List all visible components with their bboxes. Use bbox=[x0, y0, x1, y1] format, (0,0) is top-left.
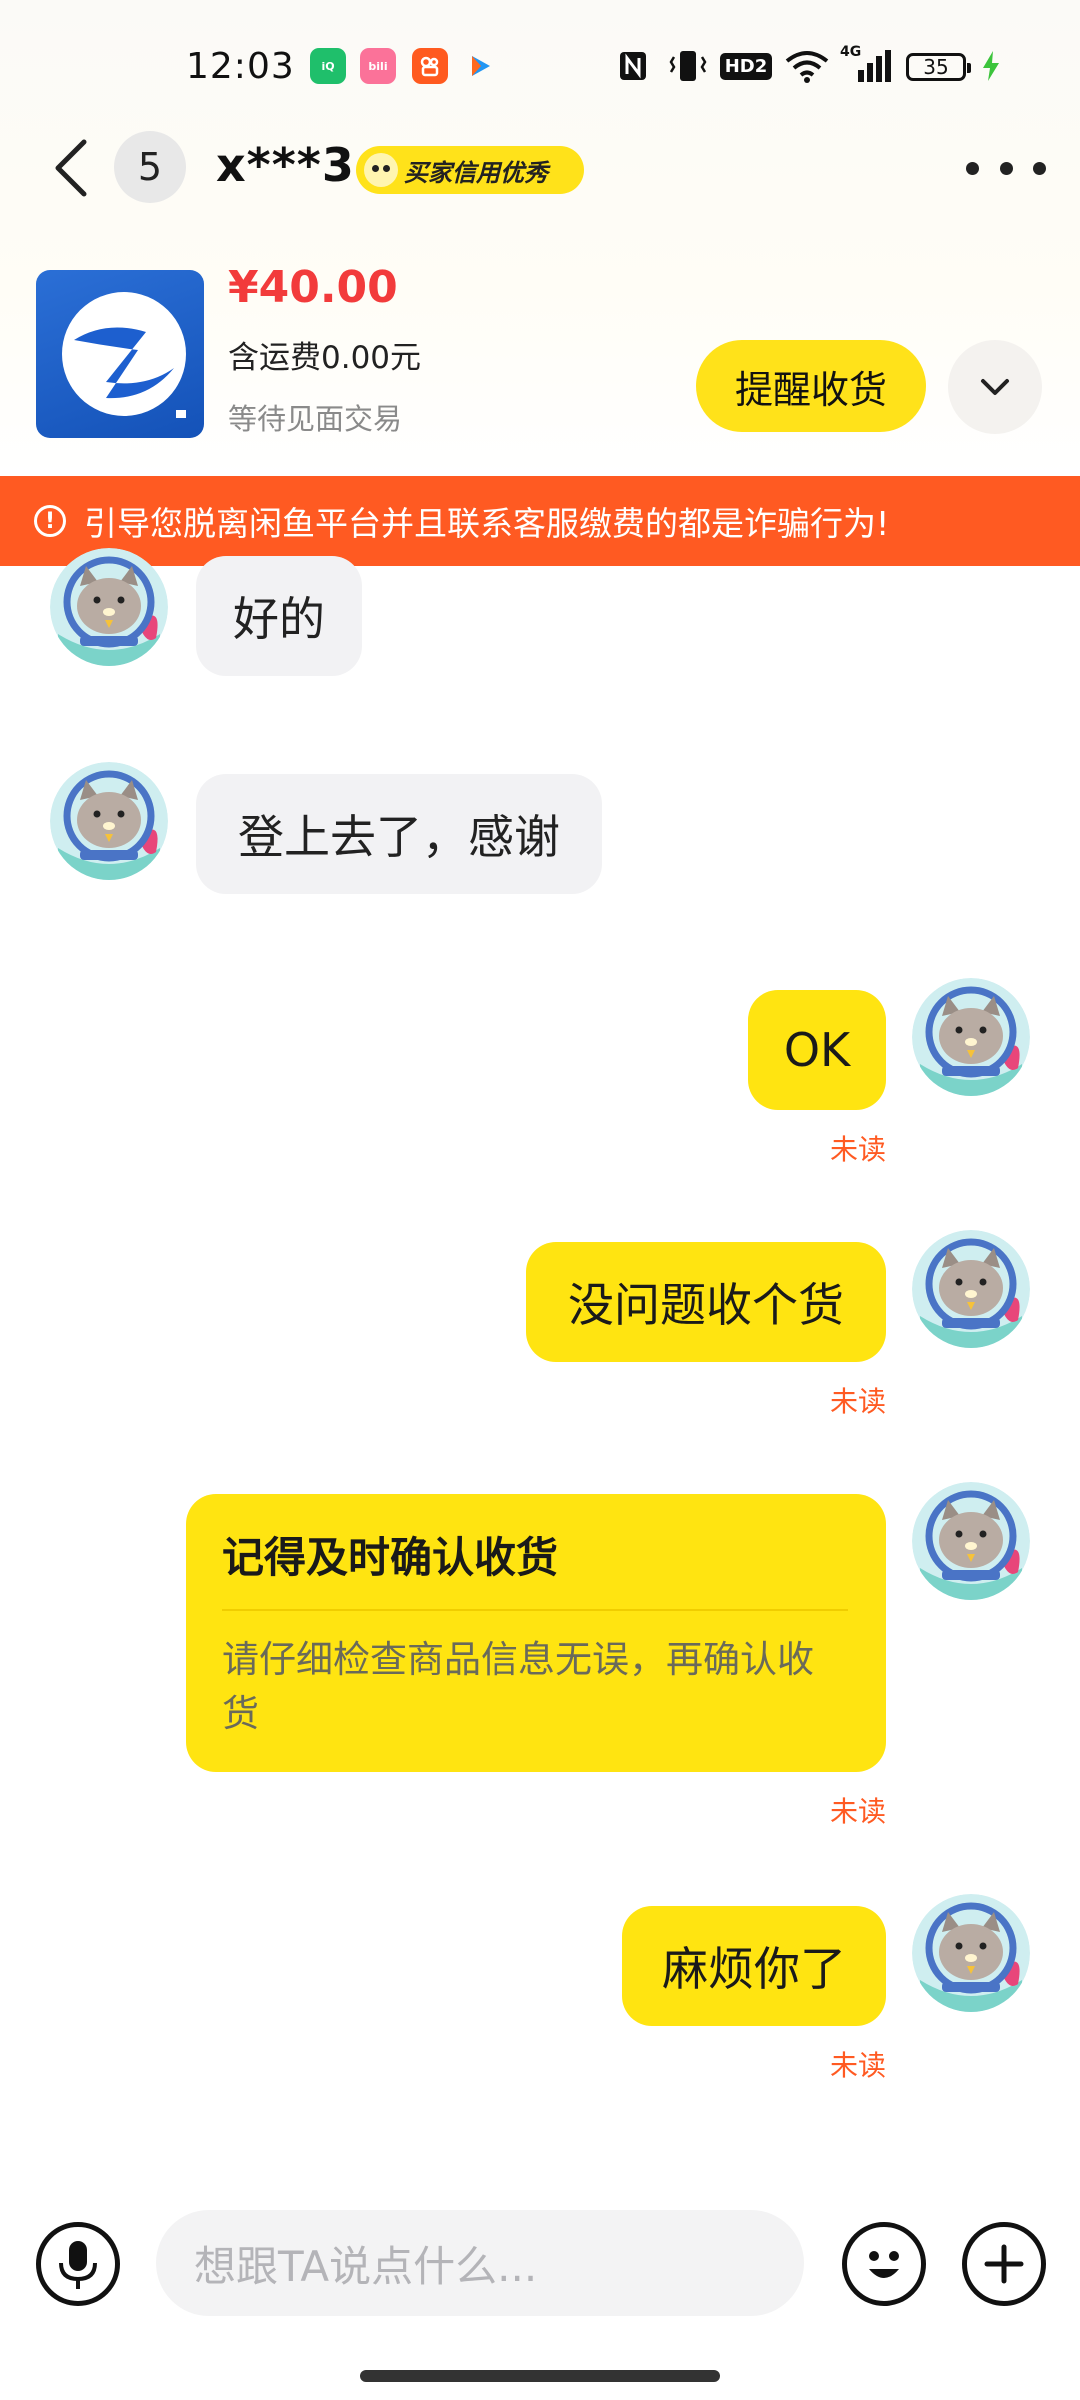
bilibili-icon: bili bbox=[360, 48, 396, 84]
alert-icon: ! bbox=[34, 505, 66, 537]
vibrate-icon bbox=[668, 46, 708, 86]
incoming-message-bubble[interactable]: 登上去了，感谢 bbox=[196, 774, 602, 894]
unread-status: 未读 bbox=[829, 1795, 886, 1828]
message-input-placeholder: 想跟TA说点什么... bbox=[194, 2241, 538, 2291]
battery-icon: 35 bbox=[906, 53, 971, 81]
dot-icon bbox=[999, 161, 1013, 175]
hd-icon: HD2 bbox=[719, 46, 773, 86]
fish-mascot-icon bbox=[364, 153, 398, 187]
product-image[interactable] bbox=[36, 270, 204, 438]
back-button[interactable] bbox=[50, 136, 94, 200]
youku-icon bbox=[462, 48, 498, 84]
confirm-receipt-card[interactable]: 记得及时确认收货 请仔细检查商品信息无误，再确认收货 bbox=[186, 1494, 886, 1772]
dot-icon bbox=[966, 161, 979, 175]
app-logo-icon bbox=[62, 292, 186, 418]
wifi-icon bbox=[784, 46, 830, 86]
more-actions-button[interactable] bbox=[962, 2222, 1046, 2306]
my-avatar[interactable] bbox=[912, 1230, 1030, 1348]
plus-icon bbox=[984, 2244, 1024, 2284]
unread-status: 未读 bbox=[829, 1385, 886, 1418]
emoji-button[interactable] bbox=[842, 2222, 926, 2306]
card-body: 请仔细检查商品信息无误，再确认收货 bbox=[222, 1638, 814, 1735]
cellular-signal-icon: 4G bbox=[840, 44, 892, 86]
smiley-icon bbox=[869, 2251, 899, 2278]
unread-count-badge[interactable]: 5 bbox=[114, 131, 186, 203]
card-title: 记得及时确认收货 bbox=[222, 1524, 848, 1611]
remind-receipt-button[interactable]: 提醒收货 bbox=[696, 340, 926, 432]
message-input[interactable]: 想跟TA说点什么... bbox=[156, 2210, 804, 2316]
warning-text: 引导您脱离闲鱼平台并且联系客服缴费的都是诈骗行为! bbox=[84, 504, 890, 543]
chevron-down-icon bbox=[981, 379, 1009, 395]
my-avatar[interactable] bbox=[912, 978, 1030, 1096]
more-options-button[interactable] bbox=[966, 150, 1046, 186]
voice-input-button[interactable] bbox=[36, 2222, 120, 2306]
contact-avatar[interactable] bbox=[50, 548, 168, 666]
status-time: 12:03 bbox=[186, 46, 295, 87]
dot-icon bbox=[1033, 161, 1046, 175]
chevron-left-icon bbox=[55, 139, 87, 197]
charging-icon bbox=[980, 46, 1002, 86]
product-price: ¥40.00 bbox=[228, 262, 398, 313]
product-shipping: 含运费0.00元 bbox=[228, 340, 422, 376]
contact-avatar[interactable] bbox=[50, 762, 168, 880]
expand-button[interactable] bbox=[948, 340, 1042, 434]
credit-badge[interactable]: 买家信用优秀 bbox=[356, 146, 584, 194]
incoming-message-bubble[interactable]: 好的 bbox=[196, 556, 362, 676]
chat-username[interactable]: x***3 bbox=[216, 138, 355, 192]
credit-badge-label: 买家信用优秀 bbox=[404, 158, 548, 187]
my-avatar[interactable] bbox=[912, 1482, 1030, 1600]
iqiyi-icon: iQ bbox=[310, 48, 346, 84]
fraud-warning-banner: ! 引导您脱离闲鱼平台并且联系客服缴费的都是诈骗行为! bbox=[0, 476, 1080, 566]
my-avatar[interactable] bbox=[912, 1894, 1030, 2012]
outgoing-message-bubble[interactable]: OK bbox=[748, 990, 886, 1110]
outgoing-message-bubble[interactable]: 麻烦你了 bbox=[622, 1906, 886, 2026]
microphone-icon bbox=[59, 2241, 97, 2289]
home-indicator[interactable] bbox=[360, 2370, 720, 2382]
transaction-status: 等待见面交易 bbox=[228, 402, 403, 436]
outgoing-message-bubble[interactable]: 没问题收个货 bbox=[526, 1242, 886, 1362]
status-bar: 12:03 iQ bili HD2 4G 35 bbox=[0, 0, 1080, 136]
unread-status: 未读 bbox=[829, 2049, 886, 2082]
unread-status: 未读 bbox=[829, 1133, 886, 1166]
nfc-icon bbox=[616, 46, 650, 86]
kuaishou-icon bbox=[412, 48, 448, 84]
